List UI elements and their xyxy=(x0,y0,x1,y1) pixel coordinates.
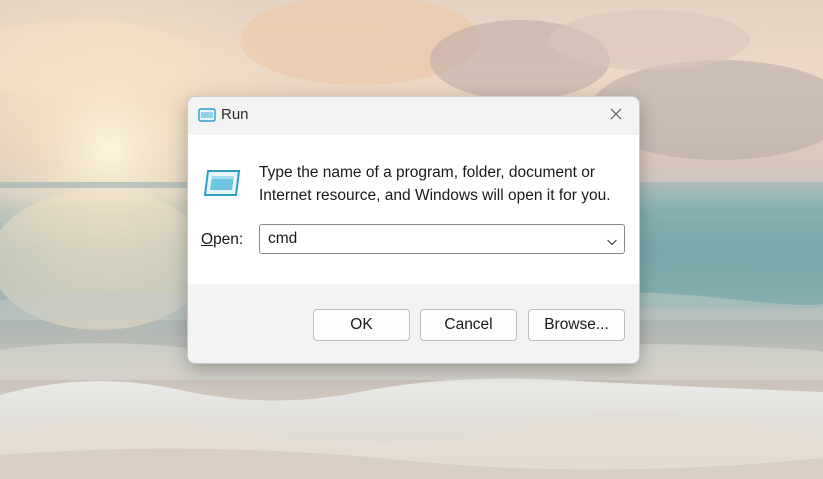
open-input[interactable] xyxy=(268,229,588,249)
run-description: Type the name of a program, folder, docu… xyxy=(259,161,629,207)
run-app-icon xyxy=(203,169,241,197)
ok-button[interactable]: OK xyxy=(313,309,410,341)
cancel-button[interactable]: Cancel xyxy=(420,309,517,341)
dropdown-button[interactable] xyxy=(606,234,618,246)
open-label-mnemonic: O xyxy=(201,231,214,248)
close-button[interactable] xyxy=(593,97,639,133)
open-label-text: pen: xyxy=(213,231,244,248)
description-line-1: Type the name of a program, folder, docu… xyxy=(259,164,596,181)
open-label: Open: xyxy=(201,231,243,249)
browse-button[interactable]: Browse... xyxy=(528,309,625,341)
title-bar[interactable]: Run xyxy=(188,97,639,135)
dialog-content: Type the name of a program, folder, docu… xyxy=(188,135,639,284)
run-dialog: Run Type the name of a program, folder, … xyxy=(187,96,640,364)
open-combobox[interactable] xyxy=(259,224,625,254)
run-app-icon xyxy=(198,108,216,122)
description-line-2: Internet resource, and Windows will open… xyxy=(259,187,611,204)
window-title: Run xyxy=(221,106,249,123)
close-icon xyxy=(610,108,622,120)
chevron-down-icon xyxy=(607,239,617,246)
